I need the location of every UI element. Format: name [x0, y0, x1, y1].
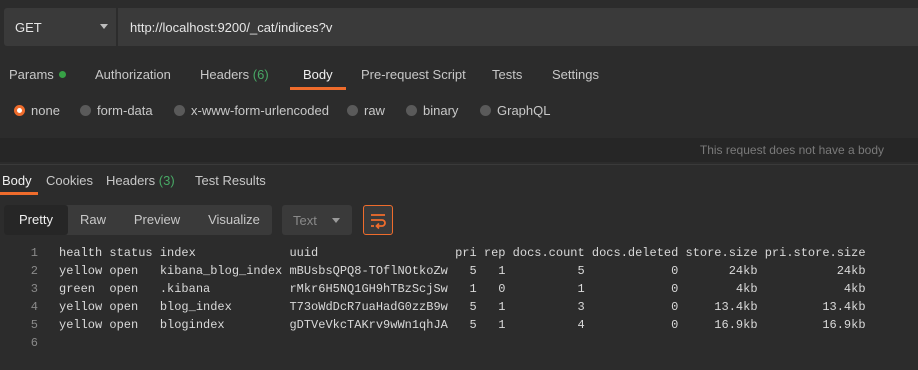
tab-authorization[interactable]: Authorization [95, 67, 171, 82]
line-number: 1 [30, 246, 38, 260]
response-tab-body[interactable]: Body [2, 173, 32, 188]
radio-graphql-label: GraphQL [497, 103, 551, 118]
radio-binary[interactable]: binary [406, 103, 458, 118]
radio-icon [80, 105, 91, 116]
line-number: 6 [30, 336, 38, 350]
response-tab-headers[interactable]: Headers (3) [106, 173, 175, 188]
chevron-down-icon [332, 218, 340, 223]
wrap-lines-icon [371, 214, 386, 230]
view-preview-button[interactable]: Preview [128, 205, 186, 235]
radio-urlencoded[interactable]: x-www-form-urlencoded [174, 103, 329, 118]
view-visualize-button[interactable]: Visualize [202, 205, 266, 235]
radio-icon [406, 105, 417, 116]
radio-icon [174, 105, 185, 116]
line-text: yellow open blog_index T73oWdDcR7uaHadG0… [59, 300, 866, 314]
response-toolbar: Pretty Raw Preview Visualize Text [0, 200, 918, 240]
radio-raw[interactable]: raw [347, 103, 385, 118]
code-line: 6 [0, 336, 918, 354]
line-number: 4 [30, 300, 38, 314]
body-type-options: none form-data x-www-form-urlencoded raw… [0, 98, 918, 124]
response-tab-test-results[interactable]: Test Results [195, 173, 266, 188]
radio-icon [347, 105, 358, 116]
format-label: Text [293, 213, 317, 228]
view-raw-button[interactable]: Raw [74, 205, 112, 235]
radio-graphql[interactable]: GraphQL [480, 103, 550, 118]
wrap-lines-button[interactable] [363, 205, 393, 235]
radio-urlencoded-label: x-www-form-urlencoded [191, 103, 329, 118]
params-status-dot-icon [58, 71, 66, 78]
line-number: 2 [30, 264, 38, 278]
tab-prerequest-script[interactable]: Pre-request Script [361, 67, 466, 82]
tab-tests[interactable]: Tests [492, 67, 522, 82]
request-bar: GET http://localhost:9200/_cat/indices?v [0, 0, 918, 56]
line-text: yellow open blogindex gDTVeVkcTAKrv9wWn1… [59, 318, 866, 332]
radio-raw-label: raw [364, 103, 385, 118]
line-number: 3 [30, 282, 38, 296]
tab-params-label: Params [9, 67, 54, 82]
response-tabs: Body Cookies Headers (3) Test Results [0, 164, 918, 195]
radio-form-data-label: form-data [97, 103, 153, 118]
url-text: http://localhost:9200/_cat/indices?v [130, 20, 333, 35]
tab-body-underline [290, 87, 346, 90]
no-body-message: This request does not have a body [699, 143, 884, 157]
request-tabs: Params Authorization Headers (6) Body Pr… [0, 60, 918, 90]
radio-none-label: none [31, 103, 60, 118]
response-body[interactable]: 1 health status index uuid pri rep docs.… [0, 246, 918, 370]
response-tab-headers-count: (3) [158, 173, 175, 188]
code-line: 1 health status index uuid pri rep docs.… [0, 246, 918, 264]
tab-settings[interactable]: Settings [552, 67, 599, 82]
tab-params[interactable]: Params [9, 67, 66, 82]
chevron-down-icon [100, 24, 108, 29]
line-text: yellow open kibana_blog_index mBUsbsQPQ8… [59, 264, 866, 278]
code-line: 2 yellow open kibana_blog_index mBUsbsQP… [0, 264, 918, 282]
url-input[interactable]: http://localhost:9200/_cat/indices?v [118, 8, 918, 46]
code-line: 3 green open .kibana rMkr6H5NQ1GH9hTBzSc… [0, 282, 918, 300]
tab-body[interactable]: Body [303, 67, 333, 82]
tab-headers-count: (6) [252, 67, 269, 82]
line-text: green open .kibana rMkr6H5NQ1GH9hTBzScjS… [59, 282, 866, 296]
tab-headers[interactable]: Headers (6) [200, 67, 269, 82]
radio-selected-icon [14, 105, 25, 116]
radio-icon [480, 105, 491, 116]
radio-binary-label: binary [423, 103, 459, 118]
radio-form-data[interactable]: form-data [80, 103, 153, 118]
view-mode-segment: Pretty Raw Preview Visualize [4, 205, 272, 235]
method-select[interactable]: GET [4, 8, 116, 46]
code-line: 5 yellow open blogindex gDTVeVkcTAKrv9wW… [0, 318, 918, 336]
view-pretty-button[interactable]: Pretty [4, 205, 68, 235]
response-tab-body-underline [0, 192, 38, 195]
response-tab-headers-label: Headers [106, 173, 156, 188]
format-select[interactable]: Text [282, 205, 352, 235]
response-tab-cookies[interactable]: Cookies [46, 173, 93, 188]
line-number: 5 [30, 318, 38, 332]
line-text: health status index uuid pri rep docs.co… [59, 246, 866, 260]
tab-headers-label: Headers [200, 67, 250, 82]
radio-none[interactable]: none [14, 103, 60, 118]
code-line: 4 yellow open blog_index T73oWdDcR7uaHad… [0, 300, 918, 318]
method-label: GET [15, 20, 42, 35]
no-body-panel: This request does not have a body [0, 138, 918, 162]
